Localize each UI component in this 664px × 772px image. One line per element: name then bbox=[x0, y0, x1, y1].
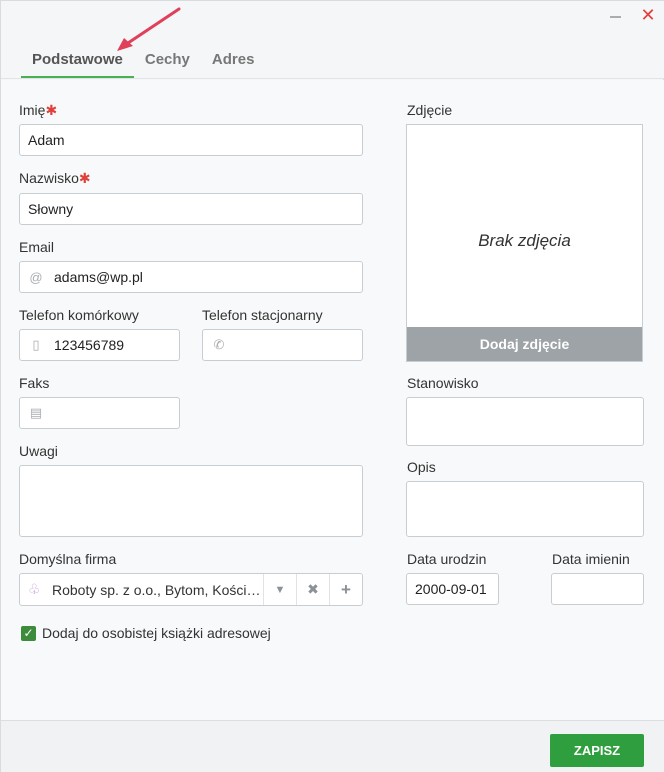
fax-label: Faks bbox=[19, 375, 50, 391]
notes-label: Uwagi bbox=[19, 443, 58, 459]
tab-adres[interactable]: Adres bbox=[201, 45, 266, 78]
fax-input[interactable]: ▤ bbox=[19, 397, 180, 429]
last-name-value: Słowny bbox=[28, 201, 74, 217]
minimize-icon bbox=[610, 16, 621, 18]
required-marker: ✱ bbox=[45, 102, 58, 118]
first-name-input[interactable]: Adam bbox=[19, 124, 363, 156]
add-to-address-book-checkbox[interactable]: ✓ Dodaj do osobistej książki adresowej bbox=[21, 625, 271, 641]
position-label: Stanowisko bbox=[407, 375, 479, 391]
minimize-button[interactable] bbox=[607, 5, 627, 25]
close-button[interactable]: ✕ bbox=[638, 5, 658, 25]
checkmark-icon: ✓ bbox=[21, 625, 36, 641]
first-name-label: Imię✱ bbox=[19, 102, 57, 119]
birthday-label: Data urodzin bbox=[407, 551, 487, 567]
add-company-button[interactable]: + bbox=[329, 574, 362, 605]
name-day-input[interactable] bbox=[551, 573, 644, 605]
name-day-label: Data imienin bbox=[552, 551, 630, 567]
last-name-input[interactable]: Słowny bbox=[19, 193, 363, 225]
dropdown-button[interactable]: ▼ bbox=[263, 574, 296, 605]
dialog-header: ✕ Podstawowe Cechy Adres bbox=[1, 1, 664, 79]
last-name-label: Nazwisko✱ bbox=[19, 170, 91, 187]
description-textarea[interactable] bbox=[406, 481, 644, 537]
email-value: adams@wp.pl bbox=[54, 269, 143, 285]
required-marker: ✱ bbox=[78, 170, 91, 186]
at-icon: @ bbox=[29, 269, 43, 285]
contact-dialog: ✕ Podstawowe Cechy Adres Imię✱ Adam Nazw… bbox=[0, 0, 664, 772]
birthday-value: 2000-09-01 bbox=[415, 581, 487, 597]
clear-icon: ✖ bbox=[307, 581, 319, 597]
last-name-label-text: Nazwisko bbox=[19, 170, 79, 186]
form-body: Imię✱ Adam Nazwisko✱ Słowny Email @ adam… bbox=[1, 80, 664, 720]
email-label: Email bbox=[19, 239, 55, 255]
mobile-value: 123456789 bbox=[54, 337, 125, 353]
first-name-value: Adam bbox=[28, 132, 65, 148]
add-to-address-book-label: Dodaj do osobistej książki adresowej bbox=[42, 625, 271, 641]
description-label: Opis bbox=[407, 459, 436, 475]
mobile-label: Telefon komórkowy bbox=[19, 307, 139, 323]
annotation-arrow-icon bbox=[117, 7, 181, 51]
email-input[interactable]: @ adams@wp.pl bbox=[19, 261, 363, 293]
fax-icon: ▤ bbox=[29, 405, 43, 420]
phone-icon: ✆ bbox=[213, 337, 225, 352]
company-icon: ♧ bbox=[28, 581, 41, 597]
mobile-input[interactable]: ▯ 123456789 bbox=[19, 329, 180, 361]
no-photo-placeholder: Brak zdjęcia bbox=[478, 231, 571, 250]
position-input[interactable] bbox=[406, 397, 644, 446]
close-icon: ✕ bbox=[640, 5, 656, 25]
first-name-label-text: Imię bbox=[19, 102, 46, 118]
plus-icon: + bbox=[341, 579, 351, 599]
mobile-phone-icon: ▯ bbox=[32, 337, 40, 352]
add-photo-button[interactable]: Dodaj zdjęcie bbox=[407, 327, 642, 361]
default-company-label: Domyślna firma bbox=[19, 551, 117, 567]
default-company-value: Roboty sp. z o.o., Bytom, Kości… bbox=[52, 581, 261, 598]
landline-label: Telefon stacjonarny bbox=[202, 307, 323, 323]
landline-input[interactable]: ✆ bbox=[202, 329, 363, 361]
dialog-footer: ZAPISZ bbox=[1, 720, 664, 772]
save-button[interactable]: ZAPISZ bbox=[550, 734, 644, 767]
birthday-input[interactable]: 2000-09-01 bbox=[406, 573, 499, 605]
chevron-down-icon: ▼ bbox=[274, 583, 286, 596]
photo-box: Brak zdjęcia Dodaj zdjęcie bbox=[406, 124, 643, 362]
photo-label: Zdjęcie bbox=[407, 102, 453, 118]
notes-textarea[interactable] bbox=[19, 465, 363, 537]
default-company-select[interactable]: ♧ Roboty sp. z o.o., Bytom, Kości… ▼ ✖ + bbox=[19, 573, 363, 606]
clear-button[interactable]: ✖ bbox=[296, 574, 329, 605]
